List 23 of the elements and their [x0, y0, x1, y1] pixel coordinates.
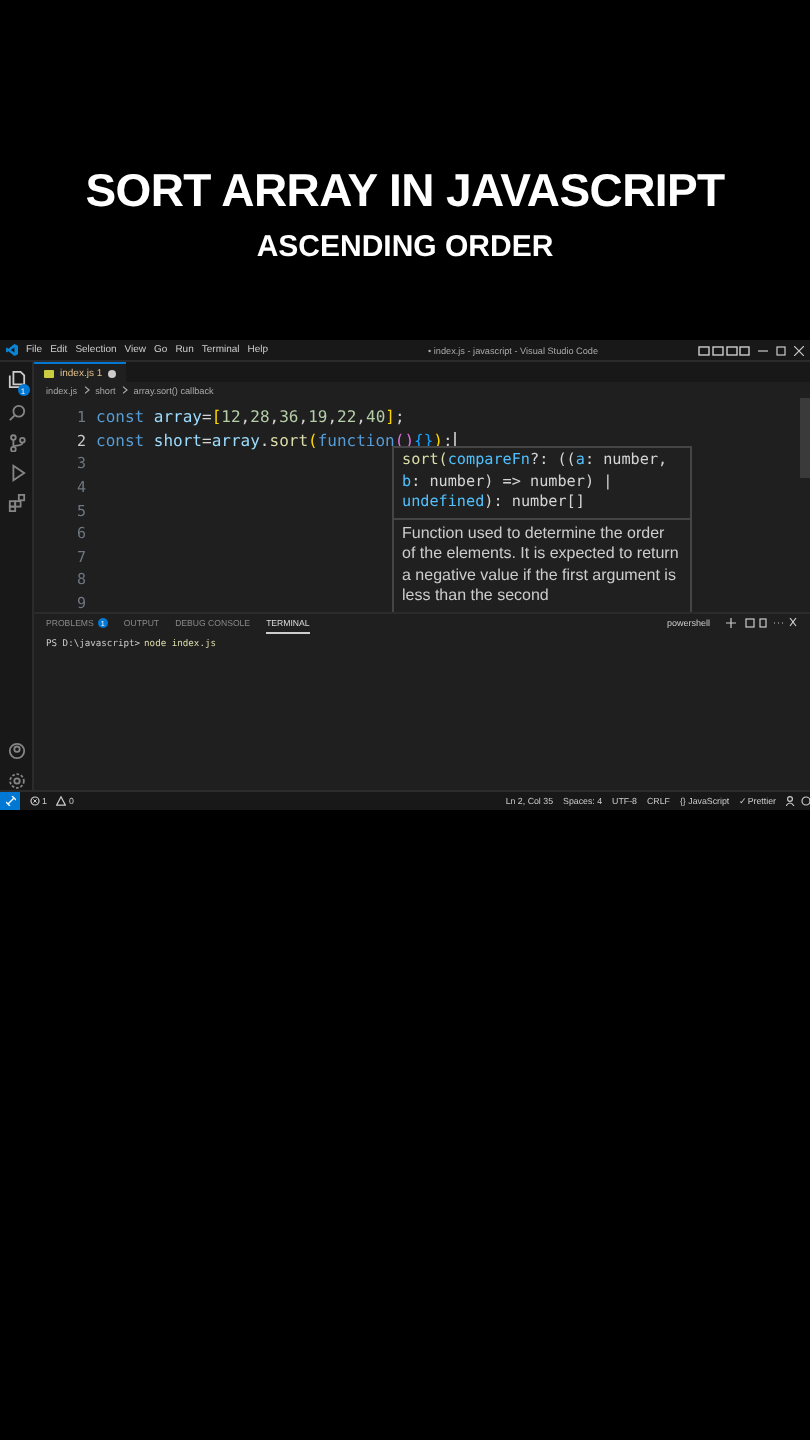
doc-text: Function used to determine the order of the elements. It is expected to return a negative value if the first argument is less than the second — [394, 517, 690, 611]
app-logo-icon — [6, 344, 18, 356]
minimize-icon[interactable] — [758, 345, 768, 355]
video-subtitle: ASCENDING ORDER — [256, 230, 554, 264]
chevron-icon — [121, 386, 128, 394]
layout-controls-icon[interactable] — [698, 345, 750, 355]
panel-actions-icon[interactable] — [726, 618, 798, 628]
scrollbar[interactable] — [800, 398, 810, 478]
remote-button[interactable] — [0, 792, 20, 810]
extensions-icon[interactable] — [7, 494, 25, 512]
file-icon — [44, 369, 54, 377]
maximize-icon[interactable] — [776, 345, 786, 355]
account-icon[interactable] — [7, 742, 25, 760]
branch-icon[interactable] — [7, 434, 25, 452]
close-icon[interactable] — [794, 345, 804, 355]
code-line: const array=[12,28,36,19,22,40]; — [96, 408, 405, 427]
settings-icon[interactable] — [7, 772, 25, 790]
run-debug-icon[interactable] — [7, 464, 25, 482]
search-icon[interactable] — [7, 404, 25, 422]
error-icon[interactable] — [30, 796, 40, 806]
warning-icon[interactable] — [56, 796, 67, 806]
video-title: SORT ARRAY IN JAVASCRIPT — [85, 164, 725, 218]
chevron-icon — [83, 386, 90, 394]
